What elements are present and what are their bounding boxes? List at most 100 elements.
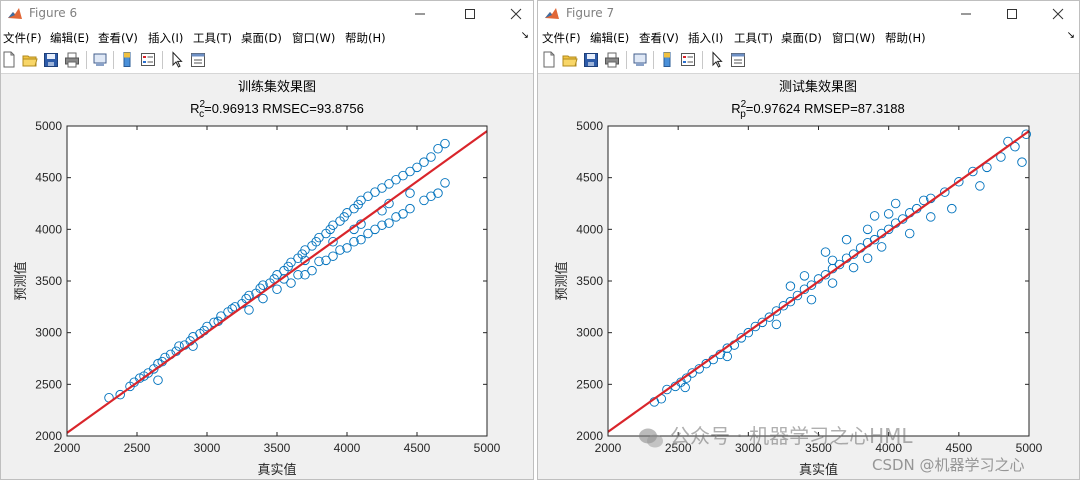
figure-canvas: 训练集效果图 R2 c=0.96913 RMSEC=93.8756 2000 2500 3… (1, 74, 533, 479)
y-tick-label: 2500 (35, 377, 62, 391)
save-icon[interactable] (43, 51, 59, 68)
maximize-icon (1007, 9, 1017, 19)
pointer-icon[interactable] (169, 51, 185, 68)
menu-help[interactable]: 帮助(H) (885, 30, 926, 46)
toolbar-separator (702, 51, 703, 69)
toolbar-separator (626, 51, 627, 69)
toolbar (538, 47, 1079, 74)
y-axis-label: 预测值 (554, 261, 570, 300)
y-tick-label: 2000 (576, 429, 603, 443)
y-tick-label: 2500 (576, 377, 603, 391)
colorbar-icon[interactable] (659, 51, 675, 68)
x-tick-label: 2000 (54, 441, 81, 455)
minimize-icon (961, 13, 971, 15)
x-tick-label: 4500 (945, 441, 972, 455)
menu-insert[interactable]: 插入(I) (688, 30, 723, 46)
toolbar-separator (653, 51, 654, 69)
menu-desktop[interactable]: 桌面(D) (241, 30, 282, 46)
print-preview-icon[interactable] (632, 51, 648, 68)
save-icon[interactable] (583, 51, 599, 68)
scatter-plot[interactable]: 训练集效果图 R2 c=0.96913 RMSEC=93.8756 2000 2500 3… (1, 74, 534, 480)
chart-title: 训练集效果图 (238, 79, 316, 95)
menu-view[interactable]: 查看(V) (98, 30, 138, 46)
x-axis-label: 真实值 (799, 462, 838, 478)
menu-file[interactable]: 文件(F) (3, 30, 42, 46)
x-tick-label: 4000 (334, 441, 361, 455)
new-figure-icon[interactable] (1, 51, 17, 68)
toolbar-separator (113, 51, 114, 69)
print-preview-icon[interactable] (92, 51, 108, 68)
y-tick-label: 4500 (35, 171, 62, 185)
y-tick-label: 3500 (576, 274, 603, 288)
y-tick-label: 4500 (576, 171, 603, 185)
menu-tools[interactable]: 工具(T) (734, 30, 773, 46)
pointer-icon[interactable] (709, 51, 725, 68)
metric-value: =0.97624 RMSEP=87.3188 (746, 101, 905, 116)
print-icon[interactable] (64, 51, 80, 68)
property-inspector-icon[interactable] (190, 51, 206, 68)
x-tick-label: 2500 (124, 441, 151, 455)
wechat-icon (638, 427, 664, 449)
colorbar-icon[interactable] (119, 51, 135, 68)
y-tick-label: 4000 (35, 222, 62, 236)
figure-canvas: 测试集效果图 R2 p=0.97624 RMSEP=87.3188 2000 2500 3… (538, 74, 1079, 479)
y-tick-label: 5000 (35, 119, 62, 133)
title-bar[interactable]: Figure 7 (538, 1, 1079, 27)
wechat-watermark: 公众号 · 机器学习之心HML (638, 420, 913, 449)
matlab-icon (7, 6, 23, 22)
menu-window[interactable]: 窗口(W) (832, 30, 875, 46)
property-inspector-icon[interactable] (730, 51, 746, 68)
new-figure-icon[interactable] (541, 51, 557, 68)
close-button[interactable] (493, 1, 533, 27)
menu-insert[interactable]: 插入(I) (148, 30, 183, 46)
y-tick-label: 3000 (35, 326, 62, 340)
print-icon[interactable] (604, 51, 620, 68)
minimize-button[interactable] (943, 1, 989, 27)
figure-window: Figure 6 文件(F) 编辑(E) 查看(V) 插入(I) 工具(T) 桌… (0, 0, 534, 480)
csdn-watermark: CSDN @机器学习之心 (872, 456, 1025, 474)
matlab-icon (544, 6, 560, 22)
menu-edit[interactable]: 编辑(E) (50, 30, 89, 46)
x-tick-label: 5000 (474, 441, 501, 455)
minimize-button[interactable] (397, 1, 443, 27)
y-tick-label: 3000 (576, 326, 603, 340)
toolbar-separator (86, 51, 87, 69)
menu-overflow-icon[interactable]: ↘ (1067, 30, 1075, 41)
menu-help[interactable]: 帮助(H) (345, 30, 386, 46)
close-icon (510, 8, 522, 20)
x-tick-label: 4500 (404, 441, 431, 455)
open-file-icon[interactable] (562, 51, 578, 68)
maximize-button[interactable] (989, 1, 1035, 27)
toolbar (1, 47, 533, 74)
window-title: Figure 6 (29, 6, 78, 20)
close-button[interactable] (1035, 1, 1079, 27)
y-tick-label: 4000 (576, 222, 603, 236)
title-bar[interactable]: Figure 6 (1, 1, 533, 27)
open-file-icon[interactable] (22, 51, 38, 68)
menu-window[interactable]: 窗口(W) (292, 30, 335, 46)
menu-bar: 文件(F) 编辑(E) 查看(V) 插入(I) 工具(T) 桌面(D) 窗口(W… (538, 27, 1079, 47)
maximize-button[interactable] (447, 1, 493, 27)
menu-file[interactable]: 文件(F) (542, 30, 581, 46)
metric-value: =0.96913 RMSEC=93.8756 (204, 101, 364, 116)
x-tick-label: 5000 (1016, 441, 1043, 455)
legend-icon[interactable] (140, 51, 156, 68)
close-icon (1052, 8, 1064, 20)
legend-icon[interactable] (680, 51, 696, 68)
maximize-icon (465, 9, 475, 19)
toolbar-separator (162, 51, 163, 69)
menu-view[interactable]: 查看(V) (639, 30, 679, 46)
x-tick-label: 2000 (595, 441, 622, 455)
wechat-text: 公众号 · 机器学习之心HML (670, 424, 913, 448)
chart-subtitle: R2 p=0.97624 RMSEP=87.3188 (731, 99, 905, 120)
menu-edit[interactable]: 编辑(E) (590, 30, 629, 46)
figure-window: Figure 7 文件(F) 编辑(E) 查看(V) 插入(I) 工具(T) 桌… (537, 0, 1080, 480)
menu-desktop[interactable]: 桌面(D) (781, 30, 822, 46)
minimize-icon (415, 13, 425, 15)
menu-overflow-icon[interactable]: ↘ (521, 30, 529, 41)
x-axis-label: 真实值 (257, 462, 296, 478)
y-tick-label: 3500 (35, 274, 62, 288)
menu-tools[interactable]: 工具(T) (193, 30, 232, 46)
x-tick-label: 3000 (194, 441, 221, 455)
y-tick-label: 5000 (576, 119, 603, 133)
